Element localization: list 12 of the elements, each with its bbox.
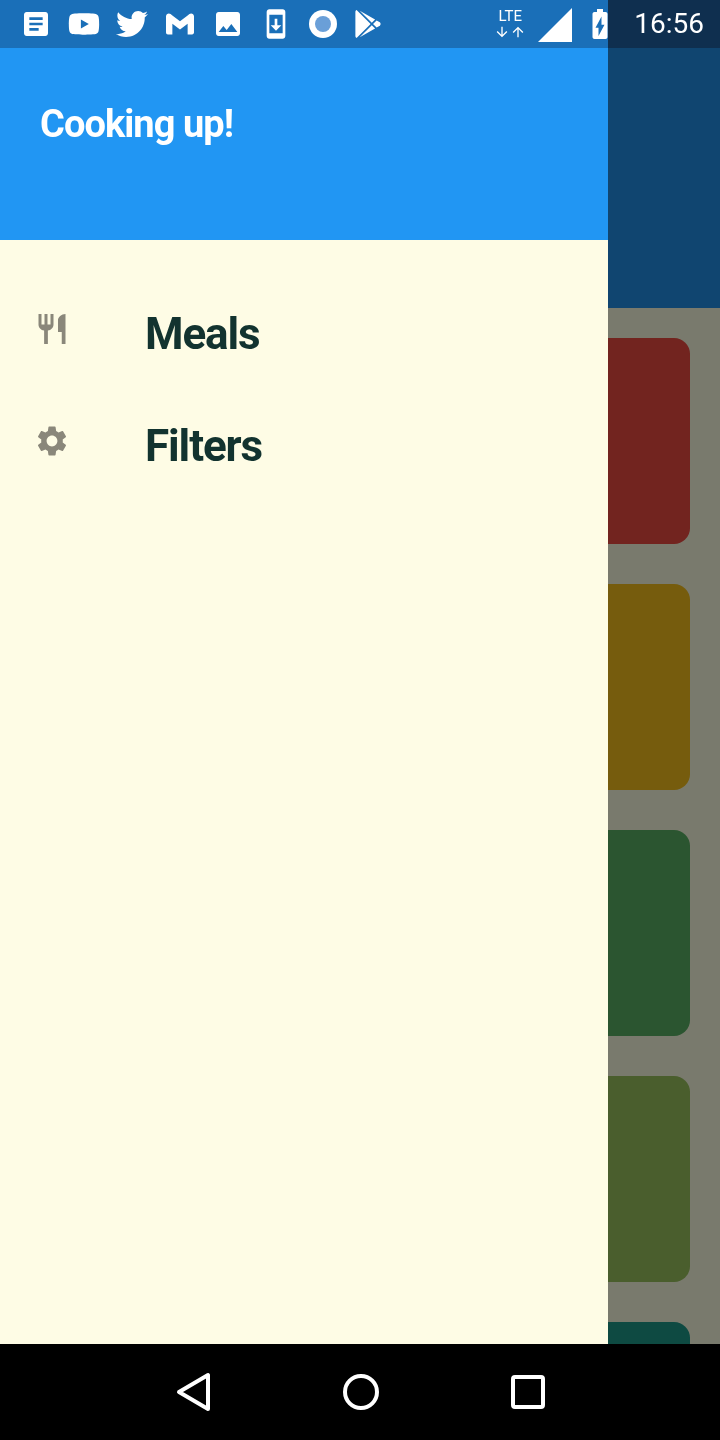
recents-icon[interactable] (510, 1375, 545, 1409)
drawer-item[interactable]: Filters (0, 418, 608, 474)
clock: 16:56 (634, 6, 704, 42)
signal-icon (536, 6, 573, 42)
record-icon (308, 9, 338, 39)
back-icon[interactable] (175, 1372, 212, 1412)
network-label: LTE (498, 8, 523, 24)
drawer-title: Cooking up! (40, 102, 234, 146)
bird-icon (116, 8, 148, 40)
play-store-icon (354, 10, 382, 38)
drawer-item[interactable]: Meals (0, 306, 608, 362)
home-icon[interactable] (342, 1373, 380, 1411)
